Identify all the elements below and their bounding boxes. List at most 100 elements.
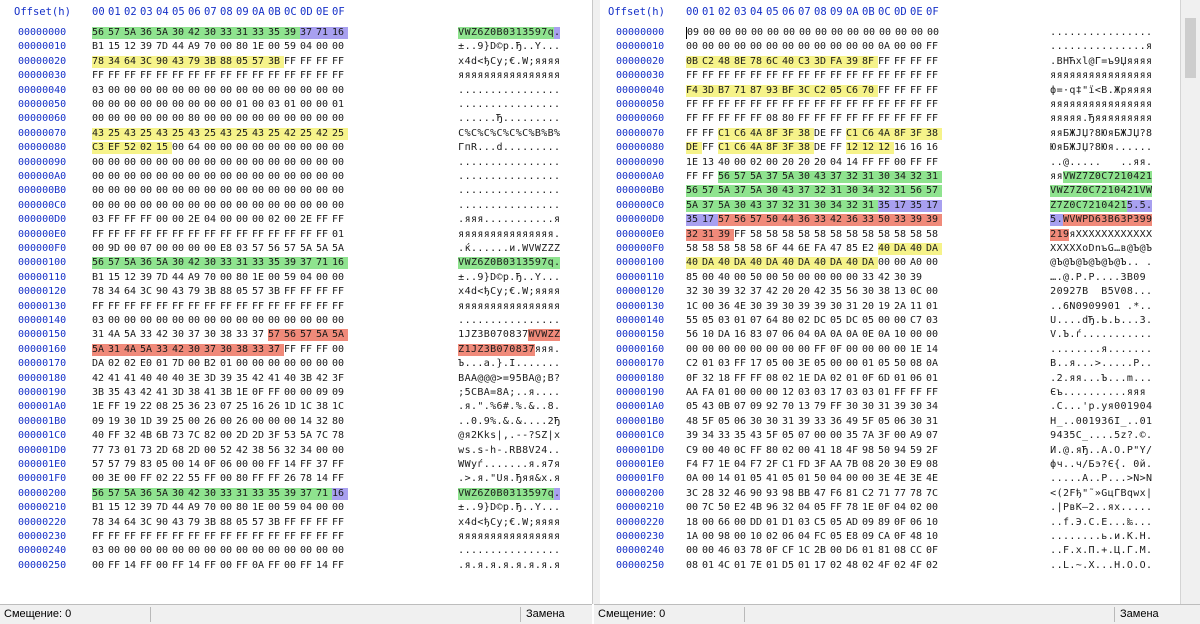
byte-cell[interactable]: 00 bbox=[140, 113, 156, 125]
byte-cell[interactable]: 04 bbox=[734, 459, 750, 471]
byte-cell[interactable]: 03 bbox=[268, 99, 284, 111]
byte-cell[interactable]: 00 bbox=[268, 502, 284, 514]
byte-cell[interactable]: FF bbox=[718, 70, 734, 82]
byte-cell[interactable]: 6E bbox=[798, 243, 814, 255]
byte-cell[interactable]: C3 bbox=[92, 142, 108, 155]
byte-cell[interactable]: FF bbox=[300, 531, 316, 543]
byte-cell[interactable]: FF bbox=[172, 531, 188, 543]
byte-cell[interactable]: 1E bbox=[910, 344, 926, 356]
byte-cell[interactable]: FF bbox=[798, 113, 814, 125]
byte-cell[interactable]: 56 bbox=[284, 329, 300, 342]
byte-cell[interactable]: 00 bbox=[92, 185, 108, 197]
byte-cell[interactable]: 05 bbox=[236, 286, 252, 298]
byte-cell[interactable]: 00 bbox=[220, 185, 236, 197]
byte-cell[interactable]: 31 bbox=[846, 301, 862, 313]
byte-cell[interactable]: 00 bbox=[252, 171, 268, 183]
byte-cell[interactable]: 19 bbox=[108, 416, 124, 428]
byte-cell[interactable]: FF bbox=[830, 99, 846, 111]
byte-cell[interactable]: 1E bbox=[252, 502, 268, 514]
byte-cell[interactable]: 00 bbox=[172, 113, 188, 125]
byte-cell[interactable]: 43 bbox=[252, 127, 268, 140]
byte-cell[interactable]: BB bbox=[798, 488, 814, 500]
ascii-char[interactable]: Z bbox=[553, 329, 561, 342]
byte-cell[interactable]: 00 bbox=[284, 171, 300, 183]
byte-cell[interactable]: 32 bbox=[124, 430, 140, 442]
byte-cell[interactable]: 00 bbox=[767, 27, 783, 39]
byte-cell[interactable]: 6C bbox=[766, 55, 782, 68]
byte-cell[interactable]: 01 bbox=[734, 315, 750, 327]
hex-row[interactable]: 00000220 78 34 64 3C 90 43 79 3B 88 05 57 3B FF FF FF FF… bbox=[18, 517, 592, 529]
byte-cell[interactable]: 33 bbox=[220, 257, 236, 270]
byte-cell[interactable]: 42 bbox=[140, 387, 156, 399]
ascii-char[interactable]: . bbox=[554, 387, 560, 399]
byte-cell[interactable]: 00 bbox=[879, 27, 895, 39]
byte-cell[interactable]: FF bbox=[140, 473, 156, 485]
hex-row[interactable]: 00000230 1A 00 98 00 10 02 06 04 FC 05 E8 09 CA 0F 48 10… bbox=[616, 531, 1178, 543]
hex-row[interactable]: 00000030 FF FF FF FF FF FF FF FF FF FF FF FF FF FF FF FF… bbox=[18, 70, 592, 82]
byte-cell[interactable]: 00 bbox=[172, 99, 188, 111]
byte-cell[interactable]: FD bbox=[798, 459, 814, 471]
byte-cell[interactable]: 2D bbox=[236, 430, 252, 442]
byte-cell[interactable]: 37 bbox=[702, 199, 718, 212]
byte-cell[interactable]: 30 bbox=[204, 257, 220, 270]
byte-cell[interactable]: 43 bbox=[124, 127, 140, 140]
hex-row[interactable]: 000001E0 F4 F7 1E 04 F7 2F C1 FD 3F AA 7B 08 20 30 E9 08… bbox=[616, 459, 1178, 471]
byte-cell[interactable]: 04 bbox=[830, 473, 846, 485]
byte-cell[interactable]: 42 bbox=[92, 373, 108, 385]
hex-row[interactable]: 000000A0 FF FF 56 57 5A 37 5A 30 43 37 32 31 30 34 32 31… bbox=[616, 171, 1178, 183]
byte-cell[interactable]: FF bbox=[108, 229, 124, 241]
byte-cell[interactable]: FA bbox=[814, 243, 830, 255]
byte-cell[interactable]: 39 bbox=[910, 214, 926, 227]
byte-cells[interactable]: 78 34 64 3C 90 43 79 3B 88 05 57 3B FF FF FF FF bbox=[92, 55, 348, 68]
byte-cell[interactable]: FF bbox=[926, 85, 942, 97]
byte-cell[interactable]: 40 bbox=[878, 243, 894, 255]
byte-cell[interactable]: 03 bbox=[92, 315, 108, 327]
byte-cell[interactable]: 03 bbox=[814, 387, 830, 399]
byte-cells[interactable]: 1C 00 36 4E 30 39 30 39 39 30 31 20 19 2A 11 01 bbox=[686, 301, 942, 313]
byte-cell[interactable]: 00 bbox=[798, 344, 814, 356]
byte-cell[interactable]: 2D bbox=[252, 430, 268, 442]
byte-cells[interactable]: 31 4A 5A 33 42 30 37 30 38 33 37 57 56 57 5A 5A bbox=[92, 329, 348, 342]
byte-cell[interactable]: 00 bbox=[156, 185, 172, 197]
byte-cell[interactable]: 01 bbox=[124, 445, 140, 457]
hex-row[interactable]: 00000190 AA FA 01 00 00 00 12 03 03 17 03 03 01 FF FF FF… bbox=[616, 387, 1178, 399]
byte-cell[interactable]: 14 bbox=[316, 560, 332, 572]
byte-cell[interactable]: 00 bbox=[268, 171, 284, 183]
byte-cell[interactable]: 0F bbox=[766, 545, 782, 557]
byte-cell[interactable]: 00 bbox=[220, 545, 236, 557]
byte-cell[interactable]: FF bbox=[718, 99, 734, 111]
byte-cell[interactable]: 34 bbox=[108, 286, 124, 298]
byte-cell[interactable]: 78 bbox=[846, 502, 862, 514]
hex-row[interactable]: 00000140 55 05 03 01 07 64 80 02 DC 05 DC 05 00 00 C7 03… bbox=[616, 315, 1178, 327]
byte-cell[interactable]: FF bbox=[316, 214, 332, 226]
byte-cell[interactable]: DA bbox=[718, 329, 734, 341]
byte-cell[interactable]: 44 bbox=[172, 272, 188, 284]
ascii-char[interactable]: . bbox=[554, 157, 560, 169]
byte-cell[interactable]: DA bbox=[702, 257, 718, 270]
byte-cell[interactable]: 92 bbox=[766, 401, 782, 413]
byte-cell[interactable]: 3C bbox=[140, 286, 156, 298]
byte-cell[interactable]: 00 bbox=[124, 200, 140, 212]
byte-cell[interactable]: 03 bbox=[92, 214, 108, 226]
byte-cell[interactable]: 32 bbox=[782, 502, 798, 514]
byte-cell[interactable]: 00 bbox=[204, 85, 220, 97]
byte-cell[interactable]: CC bbox=[910, 545, 926, 557]
byte-cell[interactable]: 00 bbox=[268, 545, 284, 557]
byte-cell[interactable]: DA bbox=[798, 257, 814, 270]
ascii-char[interactable]: . bbox=[553, 27, 561, 39]
byte-cell[interactable]: 42 bbox=[156, 329, 172, 341]
byte-cell[interactable]: 05 bbox=[782, 430, 798, 442]
byte-cell[interactable]: 00 bbox=[910, 329, 926, 341]
byte-cell[interactable]: 00 bbox=[734, 157, 750, 169]
byte-cell[interactable]: 80 bbox=[766, 445, 782, 457]
byte-cell[interactable]: 56 bbox=[92, 27, 108, 39]
byte-cells[interactable]: 56 57 5A 37 5A 30 43 37 32 31 30 34 32 31 56 57 bbox=[686, 185, 942, 198]
byte-cell[interactable]: CF bbox=[782, 545, 798, 557]
byte-cell[interactable]: 40 bbox=[782, 257, 798, 270]
ascii-char[interactable]: . bbox=[1146, 286, 1152, 298]
byte-cells[interactable]: FF FF FF FF FF FF FF FF FF FF FF FF FF FF FF FF bbox=[92, 301, 348, 313]
left-hex-pane[interactable]: Offset(h) 00 01 02 03 04 05 06 07 08 09 0A 0B 0C 0D 0E… bbox=[0, 0, 592, 604]
byte-cell[interactable]: C6 bbox=[734, 142, 750, 155]
byte-cell[interactable]: 00 bbox=[332, 157, 348, 169]
byte-cell[interactable]: 00 bbox=[252, 200, 268, 212]
